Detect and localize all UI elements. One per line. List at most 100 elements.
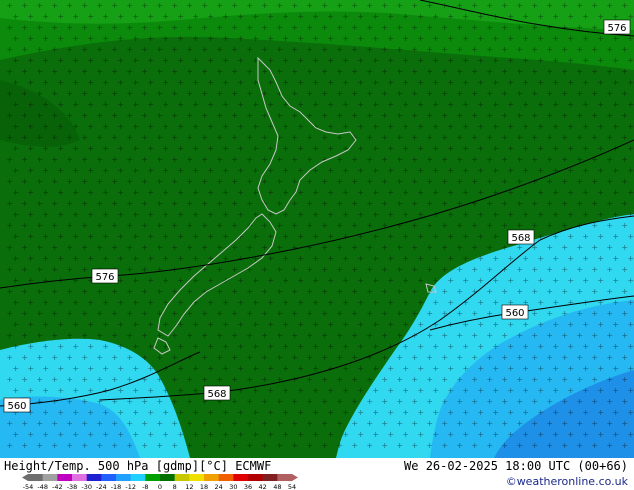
grid-mark: + [132, 122, 139, 131]
grid-mark: + [267, 144, 274, 153]
grid-mark: + [531, 155, 538, 164]
grid-mark: + [297, 188, 304, 197]
grid-mark: + [522, 342, 529, 351]
grid-mark: + [276, 1, 283, 10]
grid-mark: + [366, 111, 373, 120]
grid-mark: + [621, 199, 628, 208]
grid-mark: + [177, 144, 184, 153]
grid-mark: + [486, 67, 493, 76]
grid-mark: + [621, 287, 628, 296]
grid-mark: + [297, 122, 304, 131]
grid-mark: + [36, 111, 43, 120]
svg-text:576: 576 [607, 23, 626, 34]
grid-mark: + [576, 1, 583, 10]
grid-mark: + [312, 144, 319, 153]
grid-mark: + [582, 144, 589, 153]
grid-mark: + [111, 243, 118, 252]
grid-mark: + [621, 1, 628, 10]
grid-mark: + [261, 45, 268, 54]
grid-mark: + [207, 342, 214, 351]
grid-mark: + [21, 331, 28, 340]
grid-mark: + [537, 408, 544, 417]
grid-mark: + [507, 210, 514, 219]
grid-mark: + [261, 287, 268, 296]
grid-mark: + [252, 100, 259, 109]
grid-mark: + [192, 144, 199, 153]
grid-mark: + [462, 12, 469, 21]
grid-mark: + [612, 386, 619, 395]
grid-mark: + [246, 397, 253, 406]
grid-mark: + [216, 419, 223, 428]
grid-mark: + [261, 133, 268, 142]
grid-mark: + [597, 364, 604, 373]
grid-mark: + [267, 342, 274, 351]
grid-mark: + [396, 23, 403, 32]
grid-mark: + [402, 188, 409, 197]
grid-mark: + [51, 353, 58, 362]
grid-mark: + [141, 133, 148, 142]
grid-mark: + [492, 320, 499, 329]
grid-mark: + [411, 111, 418, 120]
grid-mark: + [186, 1, 193, 10]
grid-mark: + [516, 133, 523, 142]
grid-mark: + [36, 45, 43, 54]
grid-mark: + [291, 287, 298, 296]
grid-mark: + [456, 419, 463, 428]
grid-mark: + [537, 166, 544, 175]
grid-mark: + [402, 34, 409, 43]
grid-mark: + [21, 199, 28, 208]
grid-mark: + [147, 232, 154, 241]
grid-mark: + [66, 243, 73, 252]
grid-mark: + [627, 100, 634, 109]
grid-mark: + [276, 221, 283, 230]
grid-mark: + [111, 441, 118, 450]
forecast-time: We 26-02-2025 18:00 UTC (00+66) [404, 459, 628, 473]
grid-mark: + [387, 56, 394, 65]
grid-mark: + [462, 144, 469, 153]
grid-mark: + [147, 12, 154, 21]
grid-mark: + [36, 397, 43, 406]
grid-mark: + [87, 232, 94, 241]
grid-mark: + [546, 265, 553, 274]
grid-mark: + [516, 265, 523, 274]
grid-mark: + [117, 298, 124, 307]
grid-mark: + [51, 419, 58, 428]
grid-mark: + [111, 309, 118, 318]
site-credit[interactable]: ©weatheronline.co.uk [506, 475, 628, 488]
grid-mark: + [51, 89, 58, 98]
grid-mark: + [501, 67, 508, 76]
contour-label: 568 [507, 229, 535, 245]
grid-mark: + [537, 430, 544, 439]
grid-mark: + [351, 155, 358, 164]
grid-mark: + [207, 232, 214, 241]
grid-mark: + [492, 386, 499, 395]
grid-mark: + [327, 56, 334, 65]
grid-mark: + [471, 111, 478, 120]
grid-mark: + [12, 188, 19, 197]
grid-mark: + [516, 375, 523, 384]
grid-mark: + [342, 12, 349, 21]
grid-mark: + [207, 34, 214, 43]
grid-mark: + [252, 254, 259, 263]
grid-mark: + [72, 408, 79, 417]
grid-mark: + [237, 342, 244, 351]
grid-mark: + [306, 111, 313, 120]
grid-mark: + [222, 298, 229, 307]
grid-mark: + [171, 375, 178, 384]
grid-mark: + [261, 67, 268, 76]
grid-mark: + [261, 1, 268, 10]
svg-text:576: 576 [95, 272, 114, 283]
grid-mark: + [72, 298, 79, 307]
grid-mark: + [192, 430, 199, 439]
grid-mark: + [132, 276, 139, 285]
grid-mark: + [336, 441, 343, 450]
grid-mark: + [471, 89, 478, 98]
grid-mark: + [297, 342, 304, 351]
grid-mark: + [282, 232, 289, 241]
grid-mark: + [51, 287, 58, 296]
grid-mark: + [546, 397, 553, 406]
grid-mark: + [57, 12, 64, 21]
grid-mark: + [66, 309, 73, 318]
grid-mark: + [96, 243, 103, 252]
grid-mark: + [516, 111, 523, 120]
